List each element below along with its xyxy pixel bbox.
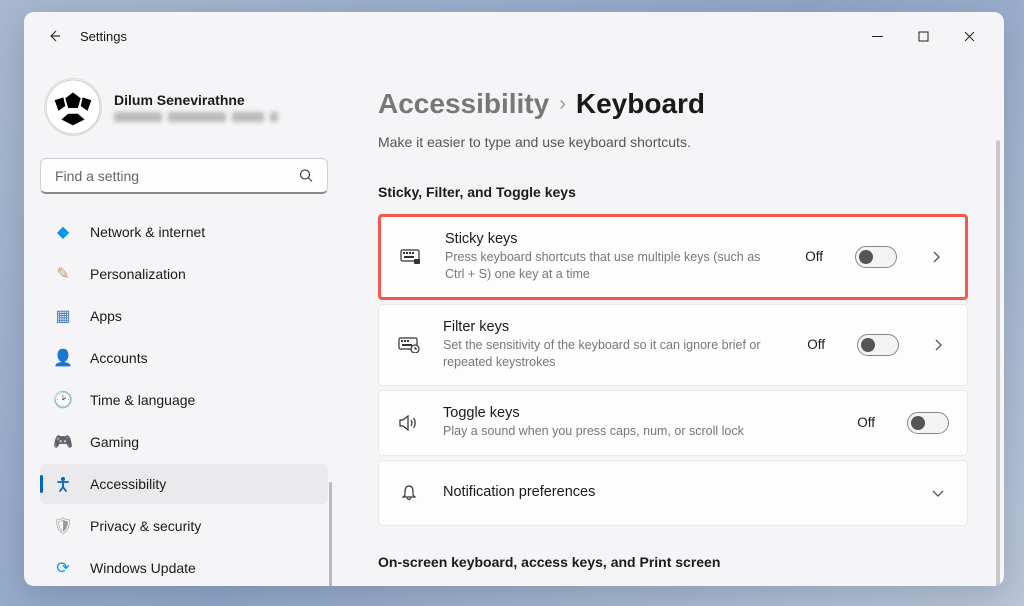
- maximize-button[interactable]: [900, 20, 946, 52]
- search-box: [40, 158, 328, 194]
- section-heading-sticky: Sticky, Filter, and Toggle keys: [378, 184, 968, 200]
- soccer-ball-icon: [45, 79, 101, 135]
- close-icon: [964, 31, 975, 42]
- sidebar-item-label: Accounts: [90, 350, 148, 366]
- keyboard-icon: [399, 249, 423, 265]
- sidebar-item-label: Time & language: [90, 392, 195, 408]
- sticky-keys-title: Sticky keys: [445, 231, 783, 247]
- filter-keys-title: Filter keys: [443, 319, 785, 335]
- filter-keys-row[interactable]: Filter keys Set the sensitivity of the k…: [378, 304, 968, 386]
- app-title: Settings: [80, 29, 127, 44]
- sticky-keys-desc: Press keyboard shortcuts that use multip…: [445, 249, 783, 283]
- sidebar-item-label: Network & internet: [90, 224, 205, 240]
- window-controls: [854, 20, 992, 52]
- settings-window: Settings Dilum Senevirathne: [24, 12, 1004, 586]
- back-arrow-icon: [46, 28, 62, 44]
- toggle-keys-title: Toggle keys: [443, 405, 835, 421]
- sidebar-item-time[interactable]: 🕑 Time & language: [40, 380, 328, 420]
- bell-icon: [397, 484, 421, 502]
- page-title: Keyboard: [576, 88, 705, 120]
- sidebar-item-accessibility[interactable]: Accessibility: [40, 464, 328, 504]
- sidebar-item-update[interactable]: ⟳ Windows Update: [40, 548, 328, 586]
- card-text: Notification preferences: [443, 484, 899, 502]
- gaming-icon: 🎮: [54, 433, 72, 451]
- body: Dilum Senevirathne ◆ Network & internet …: [24, 60, 1004, 586]
- sidebar-scrollbar[interactable]: [329, 482, 332, 586]
- profile-block[interactable]: Dilum Senevirathne: [40, 64, 328, 156]
- sidebar-item-apps[interactable]: ▦ Apps: [40, 296, 328, 336]
- toggle-keys-row[interactable]: Toggle keys Play a sound when you press …: [378, 390, 968, 456]
- filter-keys-toggle[interactable]: [857, 334, 899, 356]
- card-text: Sticky keys Press keyboard shortcuts tha…: [445, 231, 783, 283]
- sidebar-item-label: Accessibility: [90, 476, 166, 492]
- filter-keys-desc: Set the sensitivity of the keyboard so i…: [443, 337, 785, 371]
- chevron-right-icon: [925, 251, 947, 263]
- main-scrollbar[interactable]: [996, 140, 1000, 586]
- main-content: Accessibility › Keyboard Make it easier …: [344, 60, 1004, 586]
- profile-text: Dilum Senevirathne: [114, 92, 278, 122]
- sticky-keys-row[interactable]: Sticky keys Press keyboard shortcuts tha…: [378, 214, 968, 300]
- sidebar-item-label: Windows Update: [90, 560, 196, 576]
- sidebar-item-personalization[interactable]: ✎ Personalization: [40, 254, 328, 294]
- person-icon: 👤: [54, 349, 72, 367]
- sidebar-item-privacy[interactable]: 🛡 Privacy & security: [40, 506, 328, 546]
- speaker-icon: [397, 415, 421, 431]
- section-heading-onscreen: On-screen keyboard, access keys, and Pri…: [378, 554, 968, 570]
- breadcrumb-parent[interactable]: Accessibility: [378, 88, 549, 120]
- toggle-keys-toggle[interactable]: [907, 412, 949, 434]
- wifi-icon: ◆: [54, 223, 72, 241]
- sidebar-item-label: Gaming: [90, 434, 139, 450]
- sidebar-item-label: Privacy & security: [90, 518, 201, 534]
- sidebar-item-network[interactable]: ◆ Network & internet: [40, 212, 328, 252]
- shield-icon: 🛡: [54, 517, 72, 535]
- notification-preferences-row[interactable]: Notification preferences: [378, 460, 968, 526]
- keyboard-clock-icon: [397, 337, 421, 353]
- notif-pref-title: Notification preferences: [443, 484, 899, 500]
- card-text: Filter keys Set the sensitivity of the k…: [443, 319, 785, 371]
- apps-icon: ▦: [54, 307, 72, 325]
- sidebar-item-gaming[interactable]: 🎮 Gaming: [40, 422, 328, 462]
- maximize-icon: [918, 31, 929, 42]
- toggle-keys-state: Off: [857, 415, 875, 430]
- card-text: Toggle keys Play a sound when you press …: [443, 405, 835, 440]
- brush-icon: ✎: [54, 265, 72, 283]
- minimize-icon: [872, 31, 883, 42]
- sidebar: Dilum Senevirathne ◆ Network & internet …: [24, 60, 344, 586]
- user-email-redacted: [114, 112, 278, 122]
- chevron-down-icon: [927, 489, 949, 497]
- sidebar-item-label: Apps: [90, 308, 122, 324]
- accessibility-icon: [54, 475, 72, 493]
- clock-icon: 🕑: [54, 391, 72, 409]
- sticky-keys-state: Off: [805, 249, 823, 264]
- search-input[interactable]: [40, 158, 328, 194]
- chevron-right-icon: ›: [559, 93, 566, 116]
- sticky-keys-toggle[interactable]: [855, 246, 897, 268]
- update-icon: ⟳: [54, 559, 72, 577]
- search-icon: [299, 169, 314, 184]
- user-name: Dilum Senevirathne: [114, 92, 278, 108]
- filter-keys-state: Off: [807, 337, 825, 352]
- chevron-right-icon: [927, 339, 949, 351]
- close-button[interactable]: [946, 20, 992, 52]
- avatar: [44, 78, 102, 136]
- back-button[interactable]: [36, 18, 72, 54]
- titlebar: Settings: [24, 12, 1004, 60]
- nav: ◆ Network & internet ✎ Personalization ▦…: [40, 212, 328, 586]
- sidebar-item-label: Personalization: [90, 266, 186, 282]
- toggle-keys-desc: Play a sound when you press caps, num, o…: [443, 423, 813, 440]
- page-subtitle: Make it easier to type and use keyboard …: [378, 134, 968, 150]
- breadcrumb: Accessibility › Keyboard: [378, 88, 968, 120]
- minimize-button[interactable]: [854, 20, 900, 52]
- sidebar-item-accounts[interactable]: 👤 Accounts: [40, 338, 328, 378]
